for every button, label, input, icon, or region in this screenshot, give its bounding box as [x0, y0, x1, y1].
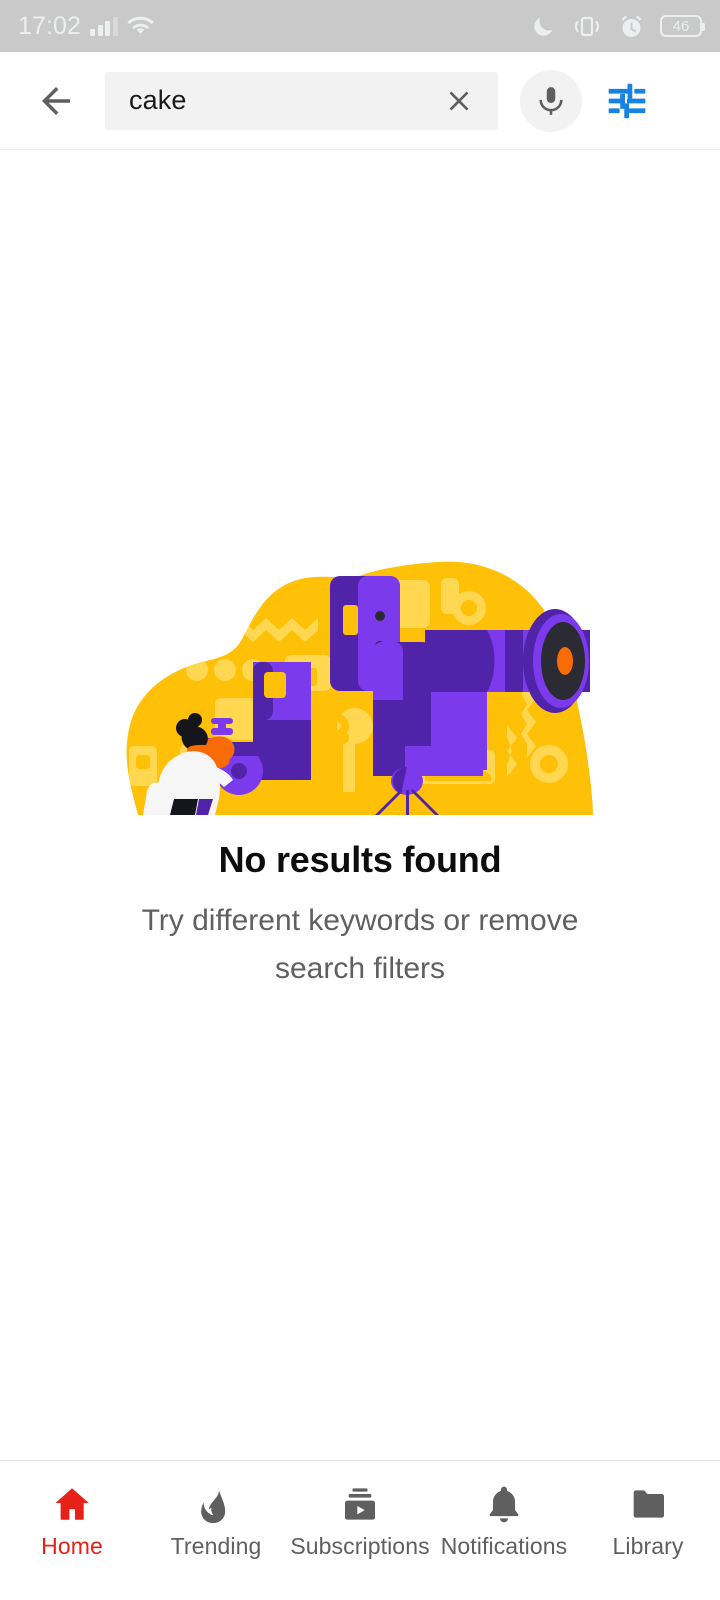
- back-button[interactable]: [25, 70, 87, 132]
- bell-icon: [484, 1481, 524, 1527]
- status-clock: 17:02: [18, 11, 82, 40]
- bottom-navigation-bar: Home Trending Subscriptions Notification…: [0, 1460, 720, 1600]
- close-icon: [449, 91, 469, 110]
- microphone-icon: [539, 86, 563, 115]
- status-bar-left: 17:02: [18, 11, 154, 40]
- search-filter-button[interactable]: [596, 70, 658, 132]
- status-bar: 17:02 46: [0, 0, 720, 52]
- search-results-area: No results found Try different keywords …: [0, 150, 720, 1460]
- nav-label-home: Home: [41, 1533, 103, 1559]
- empty-state-title: No results found: [218, 839, 502, 880]
- filter-sliders-icon: [608, 83, 646, 118]
- search-input-value: cake: [129, 87, 187, 114]
- wifi-icon: [126, 16, 154, 37]
- voice-search-button[interactable]: [520, 69, 582, 132]
- nav-item-trending[interactable]: Trending: [144, 1461, 288, 1600]
- nav-label-trending: Trending: [170, 1533, 262, 1559]
- battery-icon: 46: [660, 15, 705, 37]
- do-not-disturb-moon-icon: [534, 17, 553, 36]
- nav-item-home[interactable]: Home: [0, 1461, 144, 1600]
- vibrate-icon: [574, 16, 600, 36]
- flame-icon: [196, 1481, 236, 1527]
- empty-state-subtitle: Try different keywords or remove search …: [141, 904, 579, 985]
- battery-level-label: 46: [672, 17, 690, 35]
- folder-icon: [628, 1481, 668, 1527]
- status-bar-right: 46: [531, 13, 705, 40]
- back-arrow-icon: [42, 86, 70, 115]
- alarm-clock-icon: [621, 14, 642, 37]
- search-header: cake: [0, 52, 720, 150]
- signal-bars-icon: [90, 16, 118, 36]
- nav-label-subscriptions: Subscriptions: [290, 1533, 430, 1559]
- no-results-telescope-illustration: [126, 561, 594, 815]
- nav-label-library: Library: [612, 1533, 684, 1559]
- clear-search-button[interactable]: [442, 84, 476, 118]
- empty-state: No results found Try different keywords …: [0, 150, 720, 993]
- nav-item-library[interactable]: Library: [576, 1461, 720, 1600]
- nav-item-subscriptions[interactable]: Subscriptions: [288, 1461, 432, 1600]
- nav-label-notifications: Notifications: [440, 1533, 568, 1559]
- nav-item-notifications[interactable]: Notifications: [432, 1461, 576, 1600]
- subscriptions-icon: [340, 1481, 380, 1527]
- home-icon: [51, 1481, 93, 1527]
- search-input[interactable]: cake: [105, 71, 498, 130]
